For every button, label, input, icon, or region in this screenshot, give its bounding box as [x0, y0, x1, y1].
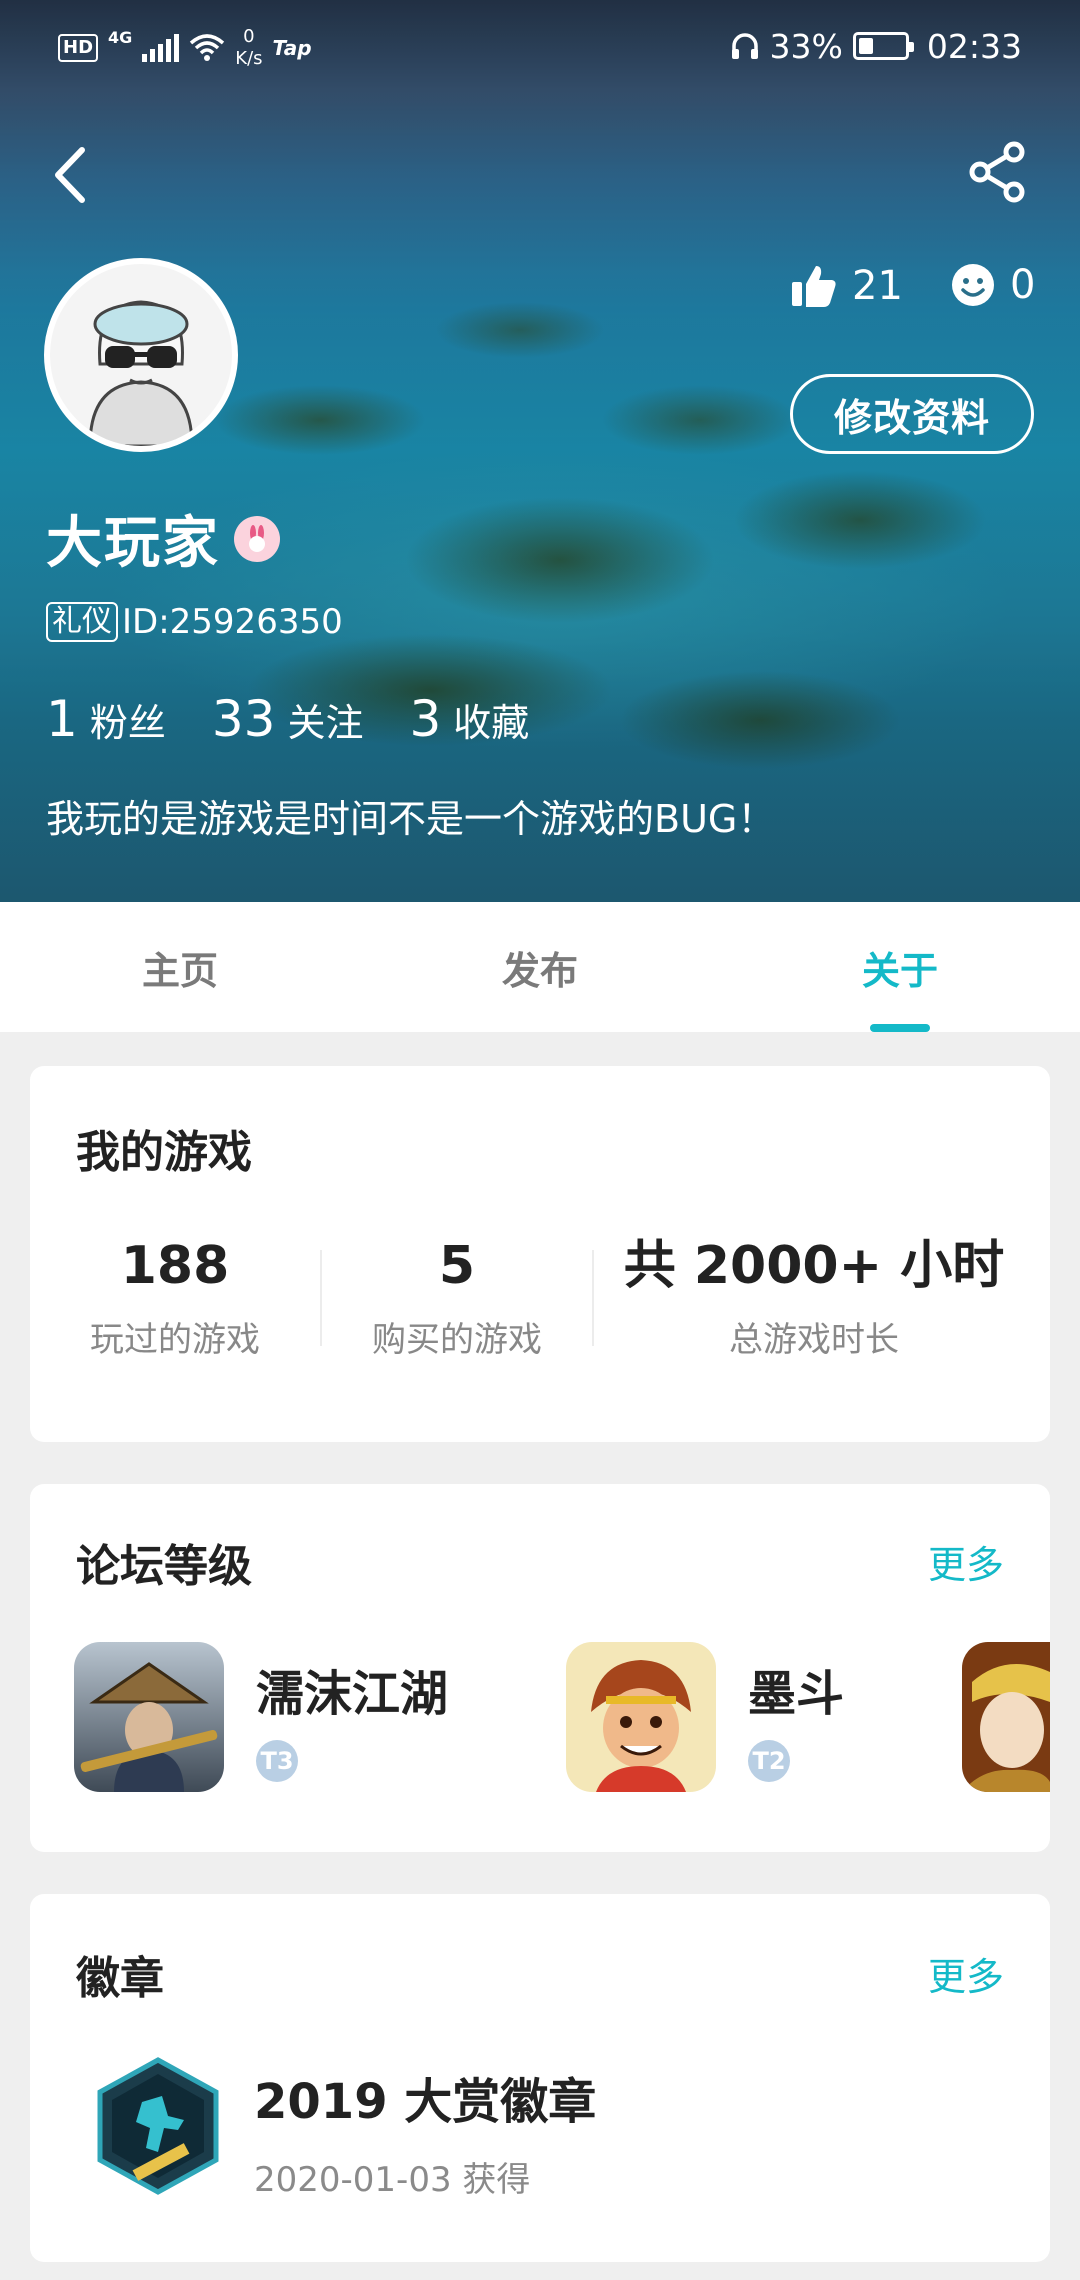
- tab-posts[interactable]: 发布: [360, 902, 720, 1032]
- count-number: 3: [409, 690, 442, 748]
- share-button[interactable]: [966, 140, 1030, 204]
- headphones-icon: [731, 33, 758, 59]
- stat-value: 188: [120, 1236, 230, 1296]
- speed-unit: K/s: [235, 48, 263, 69]
- speed-value: 0: [243, 26, 255, 47]
- game-icon: [566, 1642, 716, 1792]
- award-badge-icon[interactable]: [88, 2056, 228, 2196]
- card-title: 论坛等级: [76, 1541, 252, 1592]
- followers-count[interactable]: 1 粉丝: [46, 690, 166, 748]
- rabbit-icon: [234, 515, 280, 562]
- stat-label: 玩过的游戏: [90, 1320, 260, 1360]
- network-speed: 0 K/s: [235, 26, 262, 70]
- clock: 02:33: [926, 26, 1022, 66]
- forum-item[interactable]: [962, 1642, 1050, 1792]
- tab-about[interactable]: 关于: [720, 902, 1080, 1032]
- count-label: 收藏: [453, 701, 530, 745]
- forum-game-name: 濡沫江湖: [256, 1666, 449, 1722]
- forum-more-link[interactable]: 更多: [928, 1534, 1004, 1589]
- card-title: 徽章: [76, 1953, 164, 2004]
- forum-game-name: 墨斗: [748, 1666, 845, 1722]
- edit-profile-button[interactable]: 修改资料: [790, 374, 1034, 454]
- back-button[interactable]: [44, 140, 104, 210]
- count-label: 粉丝: [89, 701, 166, 745]
- stat-label: 购买的游戏: [372, 1320, 542, 1360]
- play-time-stat[interactable]: 共 2000+ 小时 总游戏时长: [594, 1234, 1034, 1361]
- avatar-illustration: [50, 264, 232, 446]
- level-badge: T2: [748, 1740, 790, 1782]
- game-icon: [962, 1642, 1050, 1792]
- tab-home[interactable]: 主页: [0, 902, 360, 1032]
- count-label: 关注: [287, 701, 364, 745]
- etiquette-tag: 礼仪: [46, 602, 118, 642]
- count-number: 33: [211, 690, 276, 748]
- status-bar-left: HD 4G 0 K/s Tap: [58, 26, 312, 70]
- favorites-count[interactable]: 3 收藏: [409, 690, 529, 748]
- battery-icon: [852, 32, 914, 60]
- smiles-count: 0: [1010, 262, 1036, 308]
- battery-percent: 33%: [769, 26, 843, 66]
- badges-more-link[interactable]: 更多: [928, 1946, 1004, 2001]
- profile-header: HD 4G 0 K/s Tap 33% 02:33 21 0 修改资料 大玩家 …: [0, 0, 1080, 902]
- wifi-icon: [190, 34, 225, 61]
- my-games-card: 我的游戏 188 玩过的游戏 5 购买的游戏 共 2000+ 小时 总游戏时长: [30, 1066, 1050, 1442]
- user-bio: 我玩的是游戏是时间不是一个游戏的BUG！: [46, 797, 776, 841]
- smiles-stat[interactable]: 0: [950, 262, 1035, 308]
- stat-value: 共 2000+ 小时: [623, 1236, 1005, 1296]
- card-title: 我的游戏: [76, 1127, 252, 1178]
- forum-item[interactable]: 濡沫江湖 T3: [74, 1642, 448, 1792]
- profile-tabs: 主页 发布 关于: [0, 902, 1080, 1032]
- avatar[interactable]: [44, 258, 238, 452]
- smiley-icon: [952, 264, 994, 306]
- status-bar-right: 33% 02:33: [730, 26, 1022, 66]
- stat-value: 5: [438, 1236, 476, 1296]
- stat-label: 总游戏时长: [729, 1320, 899, 1360]
- chevron-left-icon: [55, 147, 85, 203]
- app-notification-tag: Tap: [272, 36, 312, 60]
- games-played-stat[interactable]: 188 玩过的游戏: [30, 1234, 320, 1361]
- forum-item[interactable]: 墨斗 T2: [566, 1642, 844, 1792]
- likes-stat[interactable]: 21: [790, 262, 903, 310]
- game-icon: [74, 1642, 224, 1792]
- user-id-row: 礼仪 ID:25926350: [46, 602, 343, 642]
- games-stats: 188 玩过的游戏 5 购买的游戏 共 2000+ 小时 总游戏时长: [30, 1234, 1050, 1361]
- battery-fill: [858, 38, 874, 54]
- badge-date: 2020-01-03 获得: [254, 2160, 531, 2200]
- follow-counts: 1 粉丝 33 关注 3 收藏: [46, 690, 575, 748]
- count-number: 1: [46, 690, 78, 748]
- badge-name: 2019 大赏徽章: [254, 2074, 597, 2130]
- username-row: 大玩家: [46, 498, 280, 579]
- hd-indicator: HD: [58, 34, 99, 62]
- following-count[interactable]: 33 关注: [212, 690, 364, 748]
- games-bought-stat[interactable]: 5 购买的游戏: [322, 1234, 592, 1361]
- signal-icon: [142, 34, 180, 62]
- username: 大玩家: [46, 511, 220, 576]
- badges-card: 徽章 更多 2019 大赏徽章 2020-01-03 获得: [30, 1894, 1050, 2262]
- likes-count: 21: [852, 263, 903, 309]
- thumbs-up-icon: [792, 266, 836, 307]
- level-badge: T3: [256, 1740, 298, 1782]
- forum-level-card: 论坛等级 更多 濡沫江湖 T3 墨斗 T2: [30, 1484, 1050, 1852]
- user-id: ID:25926350: [122, 602, 343, 642]
- share-icon: [969, 141, 1025, 203]
- network-type: 4G: [108, 28, 133, 47]
